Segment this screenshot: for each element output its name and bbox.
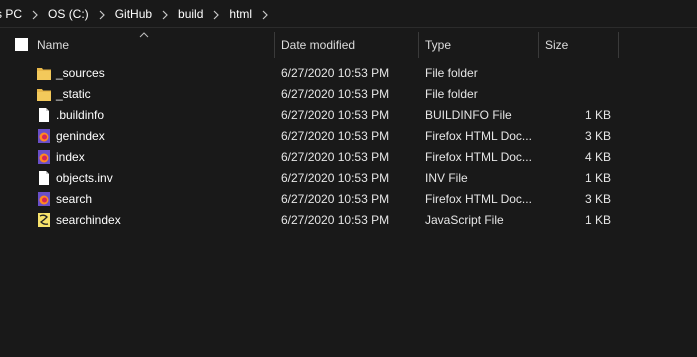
column-divider[interactable] — [418, 32, 419, 58]
file-type: File folder — [425, 87, 478, 101]
list-item[interactable]: searchindex 6/27/2020 10:53 PM JavaScrip… — [0, 210, 697, 231]
file-date-modified: 6/27/2020 10:53 PM — [281, 192, 390, 206]
column-header-size[interactable]: Size — [545, 32, 617, 58]
breadcrumb-item-build[interactable]: build — [176, 7, 205, 21]
file-size — [560, 63, 611, 84]
folder-icon — [37, 65, 51, 81]
javascript-icon — [37, 212, 51, 228]
list-item[interactable]: index 6/27/2020 10:53 PM Firefox HTML Do… — [0, 147, 697, 168]
file-date-modified: 6/27/2020 10:53 PM — [281, 108, 390, 122]
file-name: _sources — [56, 66, 105, 80]
file-name: index — [56, 150, 85, 164]
column-header-type[interactable]: Type — [425, 32, 537, 58]
firefox-icon — [37, 128, 51, 144]
file-name: searchindex — [56, 213, 121, 227]
file-type: Firefox HTML Doc... — [425, 192, 532, 206]
file-icon — [37, 107, 51, 123]
select-all-checkbox[interactable] — [15, 38, 28, 51]
list-item[interactable]: genindex 6/27/2020 10:53 PM Firefox HTML… — [0, 126, 697, 147]
address-bar-empty-area[interactable] — [262, 0, 697, 28]
file-type: INV File — [425, 171, 468, 185]
chevron-right-icon[interactable] — [24, 7, 46, 21]
breadcrumb-item-github[interactable]: GitHub — [113, 7, 154, 21]
column-divider[interactable] — [538, 32, 539, 58]
list-item[interactable]: objects.inv 6/27/2020 10:53 PM INV File … — [0, 168, 697, 189]
file-name: objects.inv — [56, 171, 113, 185]
firefox-icon — [37, 149, 51, 165]
file-name: genindex — [56, 129, 105, 143]
file-icon — [37, 170, 51, 186]
file-size: 4 KB — [584, 150, 611, 164]
chevron-right-icon[interactable] — [205, 7, 227, 21]
chevron-right-icon[interactable] — [154, 7, 176, 21]
file-type: JavaScript File — [425, 213, 504, 227]
chevron-right-icon[interactable] — [91, 7, 113, 21]
file-size: 3 KB — [584, 129, 611, 143]
file-size — [560, 84, 611, 105]
file-name: _static — [56, 87, 91, 101]
column-header-name[interactable]: Name — [37, 32, 273, 58]
breadcrumb-item-os-c[interactable]: OS (C:) — [46, 7, 91, 21]
breadcrumb: s PC OS (C:) GitHub build html — [0, 0, 276, 28]
firefox-icon — [37, 191, 51, 207]
file-type: BUILDINFO File — [425, 108, 512, 122]
file-date-modified: 6/27/2020 10:53 PM — [281, 87, 390, 101]
file-size: 1 KB — [584, 171, 611, 185]
column-header: Name Date modified Type Size — [0, 32, 697, 58]
file-date-modified: 6/27/2020 10:53 PM — [281, 129, 390, 143]
file-size: 1 KB — [584, 213, 611, 227]
list-item[interactable]: _static 6/27/2020 10:53 PM File folder — [0, 84, 697, 105]
column-divider[interactable] — [274, 32, 275, 58]
file-size: 1 KB — [584, 108, 611, 122]
file-type: Firefox HTML Doc... — [425, 150, 532, 164]
breadcrumb-item-this-pc[interactable]: s PC — [0, 7, 24, 21]
file-date-modified: 6/27/2020 10:53 PM — [281, 213, 390, 227]
address-bar[interactable]: s PC OS (C:) GitHub build html — [0, 0, 697, 28]
file-type: Firefox HTML Doc... — [425, 129, 532, 143]
folder-icon — [37, 86, 51, 102]
breadcrumb-item-html[interactable]: html — [227, 7, 254, 21]
file-size: 3 KB — [584, 192, 611, 206]
list-item[interactable]: .buildinfo 6/27/2020 10:53 PM BUILDINFO … — [0, 105, 697, 126]
file-date-modified: 6/27/2020 10:53 PM — [281, 66, 390, 80]
file-name: .buildinfo — [56, 108, 105, 122]
list-item[interactable]: search 6/27/2020 10:53 PM Firefox HTML D… — [0, 189, 697, 210]
column-divider[interactable] — [618, 32, 619, 58]
file-date-modified: 6/27/2020 10:53 PM — [281, 150, 390, 164]
file-type: File folder — [425, 66, 478, 80]
column-header-date-modified[interactable]: Date modified — [281, 32, 417, 58]
file-explorer-window: s PC OS (C:) GitHub build html Name Date… — [0, 0, 697, 357]
list-item[interactable]: _sources 6/27/2020 10:53 PM File folder — [0, 63, 697, 84]
file-name: search — [56, 192, 93, 206]
file-date-modified: 6/27/2020 10:53 PM — [281, 171, 390, 185]
